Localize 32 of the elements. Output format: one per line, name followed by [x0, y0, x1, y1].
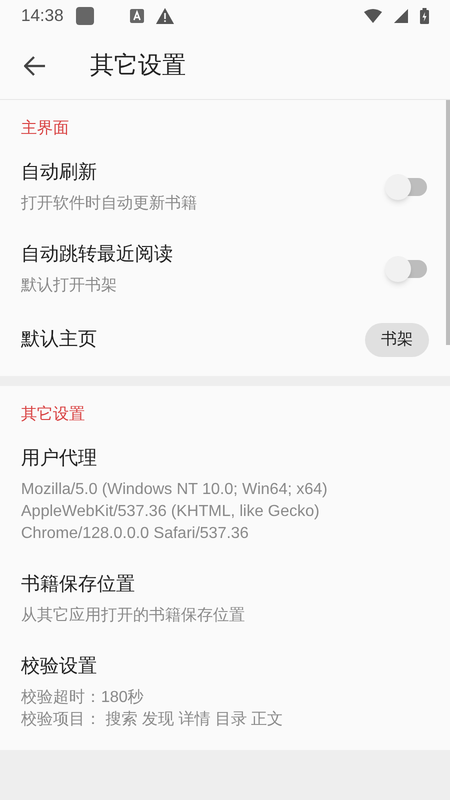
- setting-summary: 从其它应用打开的书籍保存位置: [21, 606, 246, 626]
- setting-title: 书籍保存位置: [21, 573, 136, 597]
- setting-title: 校验设置: [21, 655, 98, 679]
- setting-summary: 打开软件时自动更新书籍: [21, 194, 198, 214]
- setting-item[interactable]: 校验设置 校验超时：180秒 校验项目： 搜索 发现 详情 目录 正文: [0, 640, 450, 744]
- setting-title: 自动跳转最近阅读: [21, 243, 174, 267]
- notification-icon: [76, 7, 94, 25]
- battery-icon: [420, 8, 429, 24]
- page-title: 其它设置: [90, 50, 186, 80]
- setting-summary: 校验超时：180秒: [21, 688, 145, 708]
- setting-item[interactable]: 书籍保存位置 从其它应用打开的书籍保存位置: [0, 558, 450, 640]
- setting-item[interactable]: 默认主页 书架: [0, 310, 450, 370]
- warning-icon: [156, 8, 174, 24]
- toggle-switch[interactable]: [385, 256, 429, 282]
- app-notification-icon: [130, 9, 144, 23]
- setting-title: 用户代理: [21, 447, 98, 471]
- section-header: 其它设置: [20, 404, 86, 425]
- back-arrow-icon: [24, 56, 46, 76]
- setting-summary: 默认打开书架: [21, 276, 118, 296]
- setting-item[interactable]: 自动跳转最近阅读 默认打开书架: [0, 228, 450, 310]
- toggle-switch[interactable]: [385, 174, 429, 200]
- setting-item[interactable]: 用户代理 Mozilla/5.0 (Windows NT 10.0; Win64; x64) AppleWebKit/537.36 (KHTML, like Gecko) Chrome/128.0.0.0 Safari/537.36: [0, 432, 450, 558]
- setting-summary: 校验项目： 搜索 发现 详情 目录 正文: [21, 710, 284, 730]
- setting-item[interactable]: 自动刷新 打开软件时自动更新书籍: [0, 146, 450, 228]
- home-page-chip[interactable]: 书架: [365, 323, 429, 357]
- wifi-icon: [364, 9, 382, 23]
- signal-icon: [394, 9, 408, 23]
- setting-title: 自动刷新: [21, 161, 98, 185]
- setting-summary: Mozilla/5.0 (Windows NT 10.0; Win64; x64) AppleWebKit/537.36 (KHTML, like Gecko) Chrome/128.0.0.0 Safari/537.36: [21, 480, 328, 544]
- status-time: 14:38: [21, 5, 64, 28]
- setting-title: 默认主页: [21, 328, 98, 352]
- section-header: 主界面: [20, 118, 70, 139]
